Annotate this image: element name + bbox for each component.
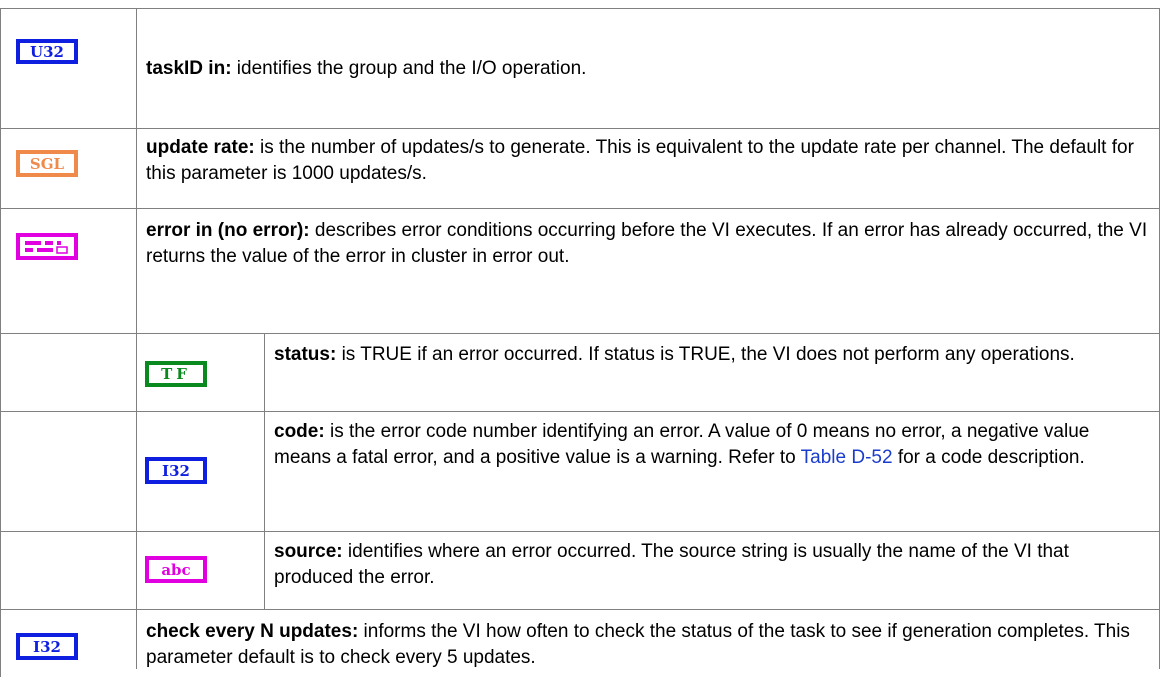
param-name: update rate: xyxy=(146,137,255,158)
error-cluster-icon xyxy=(16,233,78,260)
table-top-border xyxy=(0,8,1160,9)
i32-icon: I32 xyxy=(145,457,207,484)
u32-icon: U32 xyxy=(16,39,78,64)
param-name: source: xyxy=(274,541,343,562)
list-item: code: is the error code number identifyi… xyxy=(274,419,1150,471)
list-item: check every N updates: informs the VI ho… xyxy=(146,619,1146,671)
param-name: check every N updates: xyxy=(146,621,359,642)
list-item: source: identifies where an error occurr… xyxy=(274,539,1150,591)
param-name: code: xyxy=(274,421,325,442)
sgl-icon: SGL xyxy=(16,150,78,177)
list-item: error in (no error): describes error con… xyxy=(146,218,1151,270)
list-item: status: is TRUE if an error occurred. If… xyxy=(274,342,1144,368)
subcolumn-divider xyxy=(264,333,265,609)
column-divider xyxy=(136,8,137,669)
i32-icon: I32 xyxy=(16,633,78,660)
cluster-glyph-icon xyxy=(25,241,68,254)
param-name: taskID in: xyxy=(146,58,232,79)
abc-icon: abc xyxy=(145,556,207,583)
param-description-end: for a code description. xyxy=(892,447,1085,468)
param-description: is the number of updates/s to generate. … xyxy=(146,137,1134,184)
table-left-border xyxy=(0,8,1,677)
param-description: identifies where an error occurred. The … xyxy=(274,541,1069,588)
list-item: taskID in: identifies the group and the … xyxy=(146,56,1146,82)
tf-icon: TF xyxy=(145,361,207,387)
list-item: update rate: is the number of updates/s … xyxy=(146,135,1146,187)
param-description: identifies the group and the I/O operati… xyxy=(231,58,587,79)
param-description: is TRUE if an error occurred. If status … xyxy=(336,344,1075,365)
param-name: status: xyxy=(274,344,337,365)
param-name: error in (no error): xyxy=(146,220,310,241)
table-reference-link[interactable]: Table D-52 xyxy=(801,447,893,468)
